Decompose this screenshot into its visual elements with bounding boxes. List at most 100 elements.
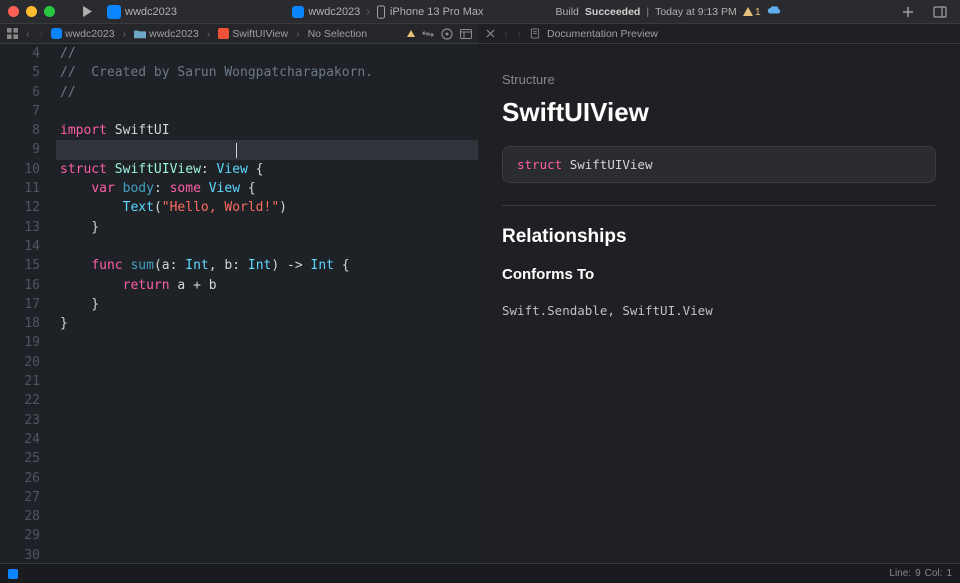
code-line[interactable]: var body: some View {: [56, 179, 478, 198]
line-number: 4: [0, 44, 40, 63]
project-name: wwdc2023: [125, 6, 177, 18]
code-line[interactable]: [56, 449, 478, 468]
line-number: 7: [0, 102, 40, 121]
line-value: 9: [915, 568, 921, 579]
code-line[interactable]: // Created by Sarun Wongpatcharapakorn.: [56, 63, 478, 82]
doc-title: SwiftUIView: [502, 97, 936, 128]
close-window-button[interactable]: [8, 6, 19, 17]
code-line[interactable]: }: [56, 314, 478, 333]
code-line[interactable]: [56, 430, 478, 449]
col-label: Col:: [925, 568, 943, 579]
main-split: 4567891011121314151617181920212223242526…: [0, 44, 960, 563]
code-line[interactable]: }: [56, 218, 478, 237]
zoom-window-button[interactable]: [44, 6, 55, 17]
line-number: 29: [0, 526, 40, 545]
app-icon: [51, 28, 62, 39]
run-button[interactable]: [80, 5, 94, 19]
activity-view[interactable]: Build Succeeded | Today at 9:13 PM 1: [556, 5, 781, 18]
line-number: 9: [0, 140, 40, 159]
code-line[interactable]: [56, 333, 478, 352]
code-line[interactable]: [56, 391, 478, 410]
source-editor[interactable]: 4567891011121314151617181920212223242526…: [0, 44, 478, 563]
crumb-project[interactable]: wwdc2023: [51, 28, 115, 40]
line-number: 16: [0, 276, 40, 295]
app-icon: [292, 6, 304, 18]
build-time-label: Today at 9:13 PM: [655, 6, 737, 18]
code-line[interactable]: return a + b: [56, 276, 478, 295]
editor-options-icon[interactable]: [460, 28, 472, 40]
device-icon: [376, 5, 386, 19]
warning-count: 1: [755, 6, 761, 18]
crumb-file[interactable]: SwiftUIView: [218, 28, 288, 40]
scheme-selector[interactable]: wwdc2023: [107, 5, 177, 19]
doc-decl-keyword: struct: [517, 157, 562, 172]
line-number: 5: [0, 63, 40, 82]
code-line[interactable]: //: [56, 44, 478, 63]
jump-bar: ‹ › wwdc2023 › wwdc2023 › SwiftUIView › …: [0, 24, 960, 44]
warning-badge[interactable]: 1: [743, 6, 761, 18]
code-line[interactable]: Text("Hello, World!"): [56, 198, 478, 217]
code-line[interactable]: [56, 140, 478, 159]
line-number: 10: [0, 160, 40, 179]
scheme-target[interactable]: wwdc2023 › iPhone 13 Pro Max: [292, 5, 483, 19]
build-status-label: Build: [556, 6, 579, 18]
build-result-label: Succeeded: [585, 6, 640, 18]
minimize-window-button[interactable]: [26, 6, 37, 17]
divider: [502, 205, 936, 206]
documentation-preview-panel: Structure SwiftUIView struct SwiftUIView…: [478, 44, 960, 563]
doc-jump-bar: ‹ › Documentation Preview: [478, 24, 960, 43]
code-line[interactable]: [56, 372, 478, 391]
library-button[interactable]: [933, 5, 947, 19]
code-line[interactable]: [56, 469, 478, 488]
status-indicator-icon[interactable]: [8, 569, 18, 579]
code-line[interactable]: [56, 526, 478, 545]
app-icon: [107, 5, 121, 19]
code-line[interactable]: [56, 507, 478, 526]
code-line[interactable]: func sum(a: Int, b: Int) -> Int {: [56, 256, 478, 275]
adjust-icon[interactable]: [441, 28, 453, 40]
crumb-file-label: SwiftUIView: [232, 28, 288, 40]
code-line[interactable]: [56, 237, 478, 256]
warning-icon[interactable]: [407, 30, 415, 37]
code-line[interactable]: import SwiftUI: [56, 121, 478, 140]
code-line[interactable]: }: [56, 295, 478, 314]
add-button[interactable]: [901, 5, 915, 19]
doc-preview-title[interactable]: Documentation Preview: [547, 28, 658, 40]
chevron-right-icon: ›: [296, 28, 300, 40]
code-line[interactable]: [56, 488, 478, 507]
code-line[interactable]: [56, 411, 478, 430]
chevron-right-icon: ›: [518, 28, 522, 40]
code-area[interactable]: //// Created by Sarun Wongpatcharapakorn…: [52, 44, 478, 563]
doc-conforms-list: Swift.Sendable, SwiftUI.View: [502, 303, 936, 318]
chevron-right-icon: ›: [123, 28, 127, 40]
line-label: Line:: [889, 568, 911, 579]
chevron-left-icon: ‹: [504, 28, 508, 40]
crumb-folder[interactable]: wwdc2023: [134, 28, 199, 40]
code-line[interactable]: [56, 353, 478, 372]
line-number: 11: [0, 179, 40, 198]
scheme-target-label: wwdc2023: [308, 6, 360, 18]
chevron-right-icon: ›: [366, 6, 370, 18]
code-line[interactable]: struct SwiftUIView: View {: [56, 160, 478, 179]
window-toolbar: wwdc2023 wwdc2023 › iPhone 13 Pro Max Bu…: [0, 0, 960, 24]
crumb-folder-label: wwdc2023: [149, 28, 199, 40]
doc-declaration: struct SwiftUIView: [502, 146, 936, 183]
cursor-position: Line: 9 Col: 1: [889, 568, 952, 579]
line-number: 8: [0, 121, 40, 140]
line-number: 19: [0, 333, 40, 352]
status-bar: Line: 9 Col: 1: [0, 563, 960, 583]
doc-icon: [529, 28, 541, 40]
cloud-icon[interactable]: [767, 5, 781, 18]
crumb-selection-label[interactable]: No Selection: [308, 28, 368, 40]
line-number: 23: [0, 411, 40, 430]
code-line[interactable]: [56, 102, 478, 121]
related-items-icon[interactable]: [6, 28, 18, 40]
close-tab-icon[interactable]: [484, 28, 496, 40]
chevron-left-icon[interactable]: ‹: [26, 28, 30, 40]
warning-icon: [743, 7, 753, 16]
line-number: 24: [0, 430, 40, 449]
line-number: 28: [0, 507, 40, 526]
code-line[interactable]: //: [56, 83, 478, 102]
refresh-icon[interactable]: [422, 28, 434, 40]
chevron-right-icon: ›: [207, 28, 211, 40]
